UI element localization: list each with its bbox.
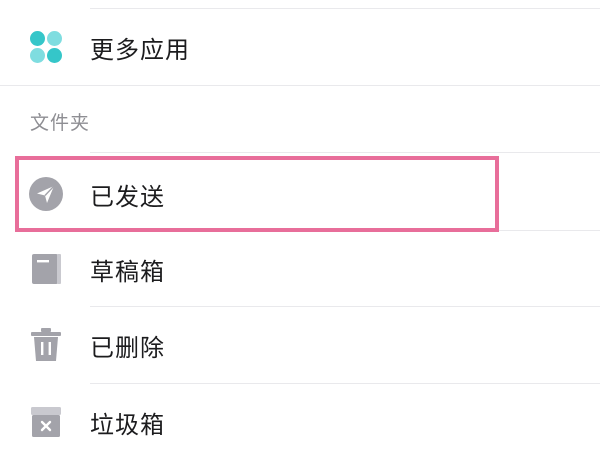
mail-folder-menu: 更多应用 文件夹 已发送 草稿箱 已删除 垃圾箱 <box>0 0 600 450</box>
more-apps-item[interactable]: 更多应用 <box>0 10 600 84</box>
spam-icon <box>28 404 64 440</box>
folder-label-sent: 已发送 <box>90 182 165 211</box>
trash-icon <box>28 327 64 363</box>
folder-item-spam[interactable]: 垃圾箱 <box>0 385 600 450</box>
apps-grid-icon <box>28 29 64 65</box>
folder-label-spam: 垃圾箱 <box>90 410 165 439</box>
divider <box>90 383 600 384</box>
folder-item-drafts[interactable]: 草稿箱 <box>0 232 600 306</box>
send-icon <box>28 176 64 212</box>
divider <box>90 230 600 231</box>
folders-section-header: 文件夹 <box>30 112 91 134</box>
divider <box>90 152 600 153</box>
folder-item-deleted[interactable]: 已删除 <box>0 308 600 382</box>
divider <box>90 306 600 307</box>
more-apps-label: 更多应用 <box>90 35 190 64</box>
folder-label-drafts: 草稿箱 <box>90 257 165 286</box>
folder-label-deleted: 已删除 <box>90 333 165 362</box>
divider <box>90 8 600 9</box>
folder-item-sent[interactable]: 已发送 <box>0 157 600 231</box>
draft-icon <box>28 251 64 287</box>
section-divider <box>0 85 600 86</box>
